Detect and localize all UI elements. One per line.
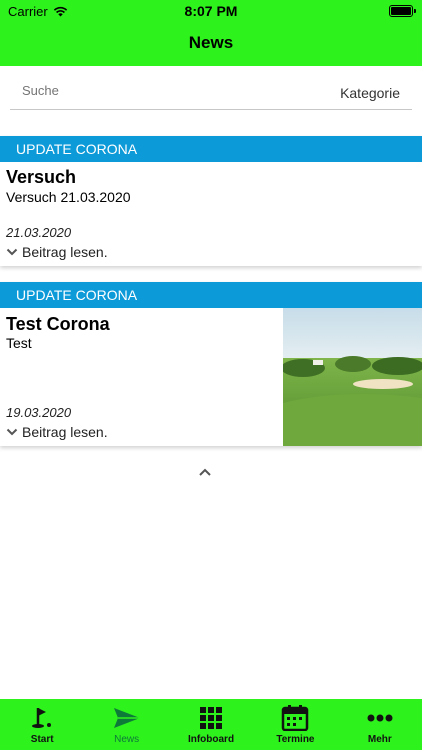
calendar-icon bbox=[282, 705, 309, 731]
read-more-label: Beitrag lesen. bbox=[22, 244, 108, 260]
news-card[interactable]: UPDATE CORONA Test Corona Test 19.03.202… bbox=[0, 282, 422, 446]
tab-bar: Start News Infoboard Termine Mehr bbox=[0, 699, 422, 750]
news-subtitle: Versuch 21.03.2020 bbox=[6, 189, 131, 205]
news-category-header: UPDATE CORONA bbox=[0, 282, 422, 308]
news-card[interactable]: UPDATE CORONA Versuch Versuch 21.03.2020… bbox=[0, 136, 422, 266]
tab-termine[interactable]: Termine bbox=[253, 699, 337, 750]
news-date: 21.03.2020 bbox=[6, 225, 72, 240]
tab-infoboard[interactable]: Infoboard bbox=[169, 699, 253, 750]
chevron-down-icon bbox=[6, 248, 18, 256]
read-more-label: Beitrag lesen. bbox=[22, 424, 108, 440]
chevron-up-icon[interactable] bbox=[197, 466, 213, 478]
battery-icon bbox=[389, 5, 416, 17]
news-title: Versuch bbox=[6, 167, 77, 187]
read-more-link[interactable]: Beitrag lesen. bbox=[6, 424, 108, 440]
tab-news[interactable]: News bbox=[84, 699, 168, 750]
paper-plane-icon bbox=[113, 708, 140, 728]
golf-course-photo bbox=[283, 308, 422, 446]
navigation-bar: Carrier 8:07 PM News bbox=[0, 0, 422, 66]
news-thumbnail-image bbox=[283, 308, 422, 446]
tab-label: Mehr bbox=[367, 734, 392, 745]
chevron-down-icon bbox=[6, 428, 18, 436]
grid-icon bbox=[200, 707, 223, 729]
search-input[interactable] bbox=[22, 83, 272, 98]
golf-flag-icon bbox=[32, 708, 52, 728]
news-subtitle: Test bbox=[6, 335, 32, 351]
news-category-header: UPDATE CORONA bbox=[0, 136, 422, 162]
tab-label: News bbox=[114, 734, 140, 745]
category-filter-button[interactable]: Kategorie bbox=[340, 85, 400, 101]
tab-label: Start bbox=[30, 734, 54, 745]
tab-mehr[interactable]: Mehr bbox=[338, 699, 422, 750]
news-title: Test Corona bbox=[6, 314, 110, 334]
more-dots-icon bbox=[367, 714, 393, 722]
news-date: 19.03.2020 bbox=[6, 405, 72, 420]
tab-label: Termine bbox=[276, 734, 315, 745]
tab-start[interactable]: Start bbox=[0, 699, 84, 750]
tab-label: Infoboard bbox=[187, 734, 235, 745]
read-more-link[interactable]: Beitrag lesen. bbox=[6, 244, 108, 260]
page-title: News bbox=[188, 33, 234, 52]
clock: 8:07 PM bbox=[184, 3, 238, 19]
status-bar: Carrier 8:07 PM bbox=[0, 0, 422, 22]
search-bar: Kategorie bbox=[10, 76, 412, 110]
